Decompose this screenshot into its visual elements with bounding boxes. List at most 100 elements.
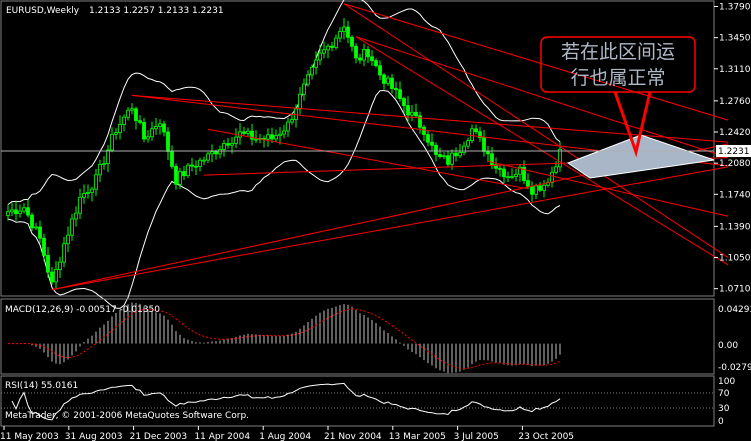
candle-body: [6, 211, 10, 216]
candle-body: [426, 134, 430, 143]
chart-window: EURUSD,Weekly 1.2133 1.2257 1.2133 1.223…: [0, 0, 751, 441]
copyright-text: MetaTrader, © 2001-2006 MetaQuotes Softw…: [5, 411, 249, 421]
candle-body: [458, 152, 462, 157]
candle-body: [402, 98, 406, 106]
candle-body: [42, 237, 46, 256]
price-tick-label: 1.1740: [719, 190, 751, 200]
candle-body: [126, 109, 130, 118]
candle-body: [22, 207, 26, 212]
candle-body: [46, 255, 50, 273]
candle-body: [538, 185, 542, 191]
time-tick-label: 3 Jul 2005: [454, 432, 499, 441]
price-tick-label: 1.2420: [719, 128, 751, 138]
candle-body: [382, 74, 386, 84]
candle-body: [558, 148, 562, 168]
candle-body: [118, 124, 122, 134]
time-tick-label: 11 Apr 2004: [194, 432, 250, 441]
candle-body: [550, 171, 554, 183]
price-tick-label: 1.2080: [719, 159, 751, 169]
candle-body: [222, 143, 226, 150]
candle-body: [314, 59, 318, 68]
candle-body: [90, 188, 94, 193]
candle-body: [278, 133, 282, 137]
candle-body: [218, 149, 222, 155]
candle-body: [530, 185, 534, 195]
candle-body: [186, 164, 190, 177]
candle-body: [446, 155, 450, 165]
candle-body: [194, 165, 198, 168]
rsi-tick-100: 100: [718, 377, 735, 387]
candle-body: [98, 164, 102, 176]
candle-body: [66, 234, 70, 245]
symbol-label: EURUSD,Weekly: [6, 6, 80, 16]
macd-tick-zero: 0.00: [718, 341, 738, 351]
price-tick-label: 1.2760: [719, 97, 751, 107]
candle-body: [450, 152, 454, 165]
time-tick-label: 1 Aug 2004: [259, 432, 311, 441]
price-tick-label: 1.3790: [719, 2, 751, 12]
candle-body: [526, 180, 530, 187]
candle-body: [286, 121, 290, 132]
candle-body: [62, 243, 66, 263]
time-tick-label: 21 Dec 2003: [130, 432, 188, 441]
candle-body: [394, 88, 398, 91]
candle-body: [358, 57, 362, 61]
candle-body: [454, 152, 458, 157]
candle-body: [318, 52, 322, 61]
candle-body: [322, 49, 326, 54]
candle-body: [354, 45, 358, 59]
candle-body: [442, 155, 446, 158]
candle-body: [366, 49, 370, 58]
candle-body: [50, 271, 54, 283]
candle-body: [474, 128, 478, 133]
candle-body: [230, 142, 234, 146]
candle-body: [282, 130, 286, 135]
candle-body: [26, 207, 30, 216]
candle-body: [298, 93, 302, 110]
candle-body: [498, 167, 502, 170]
price-tick-label: 1.3450: [719, 34, 751, 44]
macd-label: MACD(12,26,9) -0.00517 -0.01350: [5, 305, 160, 315]
candle-body: [154, 126, 158, 130]
candle-body: [178, 171, 182, 185]
candle-body: [466, 140, 470, 147]
candle-body: [374, 60, 378, 67]
current-price-value: 1.2231: [718, 147, 750, 157]
macd-tick-high: 0.04293: [718, 305, 751, 315]
rsi-label: RSI(14) 55.0161: [5, 381, 78, 391]
candle-body: [514, 173, 518, 177]
candle-body: [18, 210, 22, 215]
price-tick-label: 1.1390: [719, 222, 751, 232]
candle-body: [14, 209, 18, 215]
candle-body: [422, 126, 426, 135]
candle-body: [542, 184, 546, 191]
candle-body: [350, 36, 354, 47]
candle-body: [162, 123, 166, 133]
rsi-tick-0: 0: [718, 417, 724, 427]
candle-body: [138, 120, 142, 123]
candle-body: [406, 105, 410, 116]
candle-body: [386, 77, 390, 84]
rsi-tick-30: 30: [718, 404, 730, 414]
candle-body: [238, 131, 242, 138]
current-price-tag: 1.2231: [716, 145, 751, 157]
candle-body: [362, 49, 366, 61]
candle-body: [158, 123, 162, 127]
candle-body: [226, 143, 230, 146]
candle-body: [270, 134, 274, 140]
candle-body: [34, 226, 38, 229]
candle-body: [310, 66, 314, 76]
candle-body: [82, 193, 86, 198]
candle-body: [10, 209, 14, 213]
candle-body: [150, 128, 154, 138]
ohlc-readout: 1.2133 1.2257 1.2133 1.2231: [89, 6, 224, 16]
candle-body: [214, 151, 218, 155]
candle-body: [302, 83, 306, 95]
candle-body: [378, 65, 382, 76]
candle-body: [58, 261, 62, 270]
candle-body: [554, 166, 558, 173]
candle-body: [370, 56, 374, 61]
candle-body: [242, 131, 246, 134]
candle-body: [206, 153, 210, 161]
candle-body: [438, 154, 442, 157]
